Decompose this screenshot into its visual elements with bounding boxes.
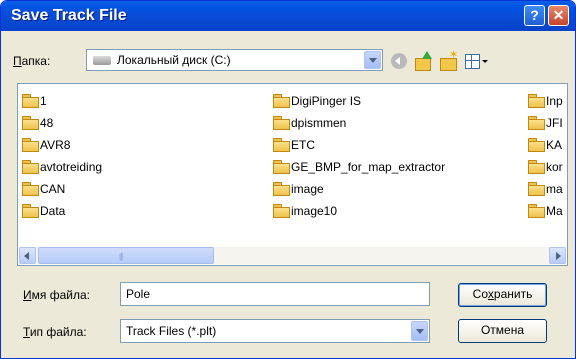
item-name: image (291, 182, 324, 196)
folder-icon (22, 94, 39, 108)
folder-icon (528, 138, 545, 152)
item-name: kor (546, 160, 563, 174)
filename-label-accesskey: И (23, 288, 32, 302)
folder-icon (22, 160, 39, 174)
location-combobox[interactable]: Локальный диск (C:) (86, 49, 383, 71)
chevron-down-icon[interactable] (411, 321, 428, 341)
file-list[interactable]: 1 48 AVR8 avtotreiding CAN Data DigiPing… (17, 83, 568, 266)
folder-label: Папка: (13, 54, 50, 68)
item-name: image10 (291, 204, 338, 218)
folder-icon (22, 138, 39, 152)
folder-icon (528, 160, 545, 174)
filetype-label-text: ип файла: (29, 325, 87, 339)
location-value: Локальный диск (C:) (117, 53, 231, 67)
item-name: JFI (546, 116, 563, 130)
item-name: DigiPinger IS (291, 94, 362, 108)
item-name: AVR8 (40, 138, 71, 152)
chevron-down-icon[interactable] (364, 51, 381, 69)
save-button[interactable]: Сохранить (458, 283, 547, 307)
scroll-right-icon[interactable] (549, 247, 566, 264)
save-label-end: ранить (493, 287, 533, 301)
folder-icon (528, 94, 545, 108)
up-folder-icon[interactable] (414, 51, 434, 71)
item-name: dpismmen (291, 116, 347, 130)
item-name: ETC (291, 138, 315, 152)
item-name: Data (40, 204, 66, 218)
item-name: KA (546, 138, 563, 152)
filename-label-text: мя файла: (31, 288, 90, 302)
folder-icon (273, 94, 290, 108)
item-name: Ma (546, 204, 563, 218)
grip-icon: ||| (119, 252, 123, 261)
disk-drive-icon (93, 56, 111, 65)
filename-input[interactable]: Pole (120, 282, 430, 306)
item-name: ma (546, 182, 563, 196)
item-name: GE_BMP_for_map_extractor (291, 160, 446, 174)
item-name: CAN (40, 182, 66, 196)
dialog-title: Save Track File (11, 7, 127, 24)
close-button[interactable]: ✕ (548, 5, 569, 26)
folder-icon (273, 116, 290, 130)
item-name: 48 (40, 116, 54, 130)
item-name: Inp (546, 94, 563, 108)
filetype-combobox[interactable]: Track Files (*.plt) (120, 319, 430, 343)
help-button[interactable]: ? (524, 5, 545, 26)
filetype-label: Тип файла: (23, 325, 87, 339)
folder-icon (528, 204, 545, 218)
folder-icon (528, 116, 545, 130)
cancel-button[interactable]: Отмена (458, 319, 547, 343)
folder-label-accesskey: П (13, 54, 22, 68)
scroll-left-icon[interactable] (19, 247, 36, 264)
title-bar[interactable]: Save Track File ? ✕ (1, 1, 575, 31)
folder-icon (273, 138, 290, 152)
save-dialog: Save Track File ? ✕ Папка: Локальный дис… (0, 0, 576, 359)
back-icon[interactable] (389, 51, 409, 71)
item-name: avtotreiding (40, 160, 103, 174)
folder-icon (273, 204, 290, 218)
filename-label: Имя файла: (23, 288, 90, 302)
filetype-label-accesskey: Т (23, 325, 30, 339)
filename-value: Pole (126, 287, 151, 301)
scroll-thumb[interactable]: ||| (38, 247, 214, 264)
item-name: 1 (40, 94, 47, 108)
horizontal-scrollbar[interactable]: ||| (19, 247, 566, 264)
folder-label-text: апка: (21, 54, 51, 68)
folder-icon (528, 182, 545, 196)
filetype-value: Track Files (*.plt) (126, 324, 217, 338)
folder-icon (273, 160, 290, 174)
folder-icon (22, 182, 39, 196)
folder-icon (22, 204, 39, 218)
folder-icon (22, 116, 39, 130)
save-label-start: Со (472, 287, 488, 301)
folder-icon (273, 182, 290, 196)
new-folder-icon[interactable] (439, 48, 459, 71)
view-menu-icon[interactable] (464, 51, 488, 71)
